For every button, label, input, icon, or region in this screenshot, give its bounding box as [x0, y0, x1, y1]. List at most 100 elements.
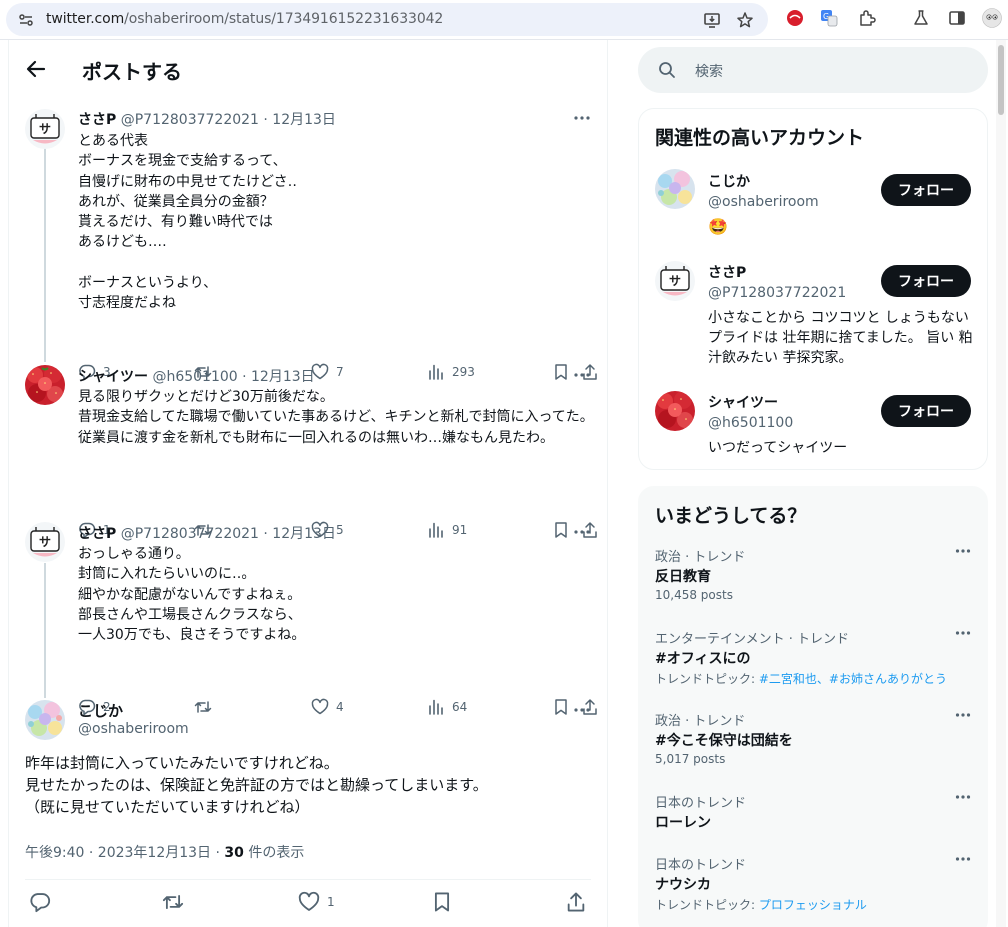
- more-options-icon[interactable]: [573, 529, 591, 535]
- author-name[interactable]: ささP: [78, 112, 116, 128]
- avatar-sasa-icon: サ: [25, 109, 65, 149]
- author-name[interactable]: こじか: [78, 700, 123, 721]
- avatar[interactable]: [25, 365, 65, 405]
- post-actions: 2 4 64: [78, 697, 598, 717]
- scrollbar-thumb[interactable]: [998, 45, 1004, 115]
- analytics-icon: [429, 699, 443, 715]
- bookmark-button[interactable]: [431, 892, 453, 912]
- trend-post-count: 10,458 posts: [655, 588, 733, 602]
- avatar-kojika-icon: [655, 169, 695, 209]
- avatar-strawberry-icon: [655, 391, 695, 431]
- follow-button[interactable]: フォロー: [881, 174, 971, 206]
- avatar-sasa-icon: サ: [655, 261, 695, 301]
- avatar[interactable]: [25, 700, 65, 740]
- avatar[interactable]: [655, 169, 695, 209]
- labs-flask-icon[interactable]: [912, 9, 930, 27]
- card-title: 関連性の高いアカウント: [655, 127, 865, 149]
- heart-icon: [298, 891, 320, 911]
- avatar[interactable]: サ: [25, 109, 65, 149]
- svg-text:サ: サ: [39, 122, 51, 136]
- extension-red-icon[interactable]: [786, 9, 804, 27]
- account-handle[interactable]: @h6501100: [708, 415, 793, 431]
- reply-icon: [30, 893, 51, 913]
- site-info-icon[interactable]: [18, 12, 34, 28]
- profile-avatar-icon[interactable]: [982, 8, 1002, 28]
- thread-connector: [44, 148, 46, 362]
- analytics-icon: [429, 364, 443, 380]
- post-header-line: ささP @P7128037722021 · 12月13日: [78, 109, 336, 129]
- svg-text:サ: サ: [39, 535, 51, 549]
- bookmark-icon: [555, 699, 567, 715]
- more-options-icon[interactable]: [955, 794, 971, 800]
- like-button[interactable]: 7: [311, 362, 344, 382]
- search-input[interactable]: 検索: [695, 61, 723, 81]
- trend-category: 日本のトレンド: [655, 796, 747, 811]
- trend-post-count: 5,017 posts: [655, 752, 726, 766]
- page-scrollbar[interactable]: [996, 40, 1006, 927]
- author-meta[interactable]: @P7128037722021 · 12月13日: [121, 526, 336, 542]
- repost-button[interactable]: [162, 892, 184, 912]
- post-header: ポストする: [9, 40, 607, 98]
- trend-topic-link[interactable]: プロフェッショナル: [759, 898, 867, 912]
- bookmark-icon: [555, 364, 567, 380]
- trend-topic-link[interactable]: #二宮和也、#お姉さんありがとう: [759, 672, 947, 686]
- avatar-strawberry-icon: [25, 365, 65, 405]
- post-timestamp[interactable]: 午後9:40 · 2023年12月13日 · 30 件の表示: [25, 842, 304, 862]
- back-arrow-icon[interactable]: [25, 58, 47, 80]
- trend-category: 政治 · トレンド: [655, 550, 746, 565]
- side-panel-icon[interactable]: [948, 9, 966, 27]
- more-options-icon[interactable]: [955, 548, 971, 554]
- follow-button[interactable]: フォロー: [881, 395, 971, 427]
- address-bar[interactable]: twitter.com/oshaberiroom/status/17349161…: [6, 3, 768, 36]
- translate-extension-icon[interactable]: G: [820, 9, 838, 27]
- avatar[interactable]: サ: [655, 261, 695, 301]
- trend-category: 日本のトレンド: [655, 858, 747, 873]
- author-name[interactable]: ささP: [78, 526, 116, 542]
- reply-button[interactable]: [29, 892, 51, 913]
- bookmark-icon: [555, 522, 567, 538]
- search-box[interactable]: 検索: [638, 47, 988, 93]
- account-name[interactable]: ささP: [708, 262, 746, 282]
- trends-card: いまどうしてる？ 政治 · トレンド 反日教育 10,458 posts エンタ…: [638, 486, 988, 927]
- views-button[interactable]: 293: [427, 362, 475, 382]
- more-options-icon[interactable]: [955, 856, 971, 862]
- more-options-icon[interactable]: [573, 115, 591, 121]
- bookmark-button[interactable]: [552, 697, 570, 717]
- focused-post-actions: 1: [29, 891, 599, 916]
- bookmark-star-icon[interactable]: [736, 11, 754, 29]
- heart-icon: [311, 698, 329, 715]
- bookmark-icon: [434, 892, 450, 912]
- more-options-icon[interactable]: [955, 630, 971, 636]
- more-options-icon[interactable]: [955, 712, 971, 718]
- bookmark-button[interactable]: [552, 520, 570, 540]
- account-name[interactable]: シャイツー: [708, 392, 778, 412]
- views-button[interactable]: 91: [427, 520, 467, 540]
- like-button[interactable]: 1: [298, 891, 335, 912]
- bookmark-button[interactable]: [552, 362, 570, 382]
- card-title: いまどうしてる？: [655, 505, 807, 527]
- like-button[interactable]: 4: [311, 697, 344, 717]
- avatar[interactable]: [655, 391, 695, 431]
- views-button[interactable]: 64: [427, 697, 467, 717]
- author-meta[interactable]: @h6501100 · 12月13日: [152, 369, 314, 385]
- trend-topics: トレンドトピック: #二宮和也、#お姉さんありがとう: [655, 672, 947, 686]
- author-handle[interactable]: @oshaberiroom: [78, 721, 189, 737]
- account-bio: 🤩: [708, 217, 728, 236]
- thread-connector: [44, 563, 46, 698]
- author-meta[interactable]: @P7128037722021 · 12月13日: [121, 112, 336, 128]
- share-button[interactable]: [565, 892, 587, 912]
- divider: [25, 879, 591, 880]
- url-text[interactable]: twitter.com/oshaberiroom/status/17349161…: [46, 11, 443, 27]
- avatar[interactable]: サ: [25, 522, 65, 562]
- repost-button[interactable]: [194, 697, 219, 717]
- install-app-icon[interactable]: [703, 11, 721, 29]
- account-name[interactable]: こじか: [708, 171, 750, 191]
- trend-name: #今こそ保守は団結を: [655, 733, 793, 749]
- more-options-icon[interactable]: [573, 372, 591, 378]
- extensions-puzzle-icon[interactable]: [858, 9, 876, 27]
- account-handle[interactable]: @P7128037722021: [708, 285, 846, 301]
- author-name[interactable]: シャイツー: [78, 369, 148, 385]
- more-options-icon[interactable]: [573, 707, 591, 713]
- account-handle[interactable]: @oshaberiroom: [708, 194, 819, 210]
- follow-button[interactable]: フォロー: [881, 265, 971, 297]
